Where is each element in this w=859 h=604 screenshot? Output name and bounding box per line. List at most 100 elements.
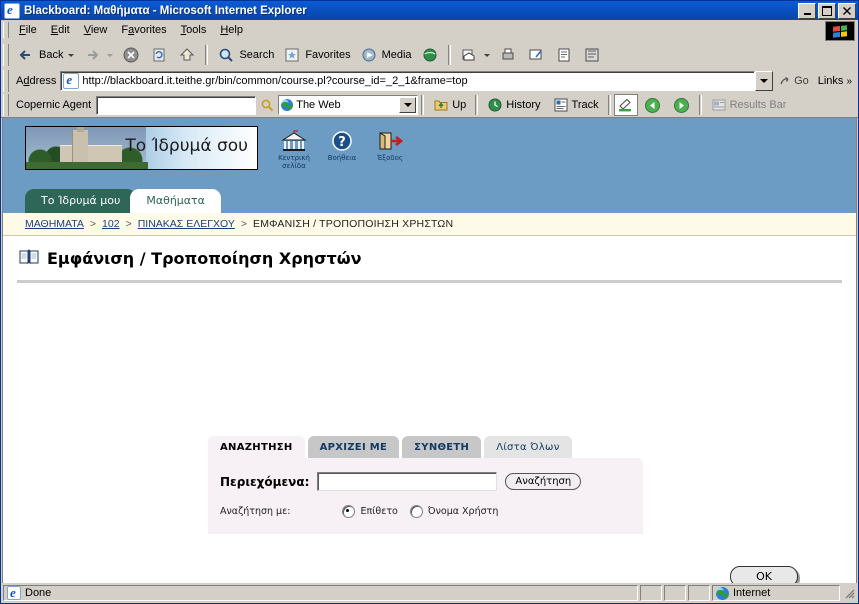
close-button[interactable] [838, 2, 856, 19]
blackboard-header: Το Ίδρυμά σου Κεντρική σελίδα ? Βοήθεια … [3, 118, 856, 213]
refresh-icon [149, 45, 169, 65]
breadcrumb-separator: > [125, 218, 132, 230]
copernic-scope-dropdown[interactable] [399, 97, 417, 113]
windows-flag-icon [833, 24, 847, 38]
breadcrumb-item-control-panel[interactable]: ΠΙΝΑΚΑΣ ΕΛΕΓΧΟΥ [138, 218, 235, 230]
copernic-up-button[interactable]: Up [427, 94, 472, 116]
radio-option-lastname[interactable]: Επίθετο [342, 505, 398, 518]
page-viewport: Το Ίδρυμά σου Κεντρική σελίδα ? Βοήθεια … [2, 118, 857, 583]
user-search-panel: ΑΝΑΖΗΤΗΣΗ ΑΡΧΙΖΕΙ ΜΕ ΣΥΝΘΕΤΗ Λίστα Όλων … [208, 436, 643, 534]
menu-tools[interactable]: Tools [174, 22, 214, 38]
address-dropdown-button[interactable] [755, 71, 774, 91]
radio-option-username[interactable]: Όνομα Χρήστη [409, 505, 498, 518]
copernic-history-button[interactable]: History [481, 94, 546, 116]
search-tab-list-all[interactable]: Λίστα Όλων [484, 436, 572, 458]
back-dropdown-icon[interactable] [68, 53, 75, 57]
breadcrumb-separator: > [240, 218, 247, 230]
mail-button[interactable] [455, 43, 494, 67]
header-icon-group: Κεντρική σελίδα ? Βοήθεια Έξοδος [275, 126, 409, 170]
copernic-label: Copernic Agent [16, 99, 92, 111]
copernic-grip[interactable] [3, 94, 9, 116]
copernic-prev-button[interactable] [638, 94, 667, 116]
discuss-button[interactable] [578, 43, 606, 67]
header-home-button[interactable]: Κεντρική σελίδα [275, 126, 313, 170]
stop-icon [121, 45, 141, 65]
copernic-search-button[interactable] [256, 98, 278, 113]
radio-username-input[interactable] [409, 505, 423, 518]
status-message-cell: Done [3, 585, 638, 601]
copernic-search-input[interactable] [96, 95, 257, 115]
back-button[interactable]: Back [12, 43, 78, 67]
track-icon [554, 98, 568, 112]
media-icon [359, 45, 379, 65]
links-chevron-icon: » [846, 75, 852, 87]
copernic-separator-2 [475, 95, 479, 115]
refresh-button[interactable] [145, 43, 173, 67]
tab-my-institution[interactable]: Το Ίδρυμά μου [25, 189, 137, 213]
copernic-toolbar: Copernic Agent The Web Up History Track … [1, 93, 858, 118]
header-help-button[interactable]: ? Βοήθεια [323, 126, 361, 170]
menu-view[interactable]: View [77, 22, 115, 38]
read-button[interactable] [550, 43, 578, 67]
print-icon [498, 45, 518, 65]
home-button[interactable] [173, 43, 201, 67]
breadcrumb-item-102[interactable]: 102 [102, 218, 120, 230]
resize-grip[interactable] [842, 586, 856, 600]
address-input[interactable]: http://blackboard.it.teithe.gr/bin/commo… [60, 71, 756, 91]
maximize-button[interactable] [818, 2, 836, 19]
copernic-track-button[interactable]: Track [547, 94, 605, 116]
search-submit-button[interactable]: Αναζήτηση [505, 473, 582, 490]
favorites-button[interactable]: Favorites [278, 43, 354, 67]
menu-grip[interactable] [3, 22, 9, 38]
links-button[interactable]: Links » [814, 75, 856, 87]
media-button[interactable]: Media [355, 43, 416, 67]
ie-animation-logo[interactable] [825, 21, 855, 41]
print-button[interactable] [494, 43, 522, 67]
forward-dropdown-icon[interactable] [107, 53, 114, 57]
minimize-button[interactable] [798, 2, 816, 19]
security-zone-cell[interactable]: Internet [712, 585, 840, 601]
ie-document-icon [4, 2, 20, 19]
forward-button[interactable] [78, 43, 117, 67]
tab-courses[interactable]: Μαθήματα [130, 189, 221, 213]
copernic-results-bar-button[interactable]: Results Bar [705, 94, 793, 116]
search-tab-bar: ΑΝΑΖΗΤΗΣΗ ΑΡΧΙΖΕΙ ΜΕ ΣΥΝΘΕΤΗ Λίστα Όλων [208, 436, 643, 458]
ie-status-icon [7, 586, 21, 600]
blackboard-tab-bar: Το Ίδρυμά μου Μαθήματα [25, 189, 221, 213]
search-button[interactable]: Search [212, 43, 278, 67]
edit-button[interactable] [522, 43, 550, 67]
previous-arrow-icon [644, 97, 660, 113]
go-button[interactable]: Go [773, 74, 814, 88]
menu-edit[interactable]: Edit [44, 22, 77, 38]
menu-help[interactable]: Help [213, 22, 250, 38]
copernic-next-button[interactable] [667, 94, 696, 116]
menu-file[interactable]: File [12, 22, 44, 38]
breadcrumb-item-courses[interactable]: ΜΑΘΗΜΑΤΑ [25, 218, 84, 230]
book-icon [19, 248, 39, 268]
stop-button[interactable] [117, 43, 145, 67]
contents-input[interactable] [317, 472, 498, 491]
copernic-highlight-button[interactable] [613, 94, 638, 116]
home-icon [275, 126, 313, 152]
toolbar-grip[interactable] [3, 44, 9, 66]
browser-window: Blackboard: Μαθήματα - Microsoft Interne… [0, 0, 859, 604]
search-panel-body: Περιεχόμενα: Αναζήτηση Αναζήτηση με: Επί… [208, 458, 643, 534]
history-button[interactable] [416, 43, 444, 67]
institution-banner: Το Ίδρυμά σου [25, 126, 258, 170]
address-grip[interactable] [3, 70, 9, 92]
search-tab-starts-with[interactable]: ΑΡΧΙΖΕΙ ΜΕ [307, 436, 400, 458]
next-arrow-icon [673, 97, 689, 113]
status-cell-2 [664, 585, 686, 601]
home-icon [177, 45, 197, 65]
menu-favorites[interactable]: Favorites [114, 22, 173, 38]
mail-dropdown-icon[interactable] [483, 53, 490, 57]
copernic-scope-select[interactable]: The Web [278, 95, 419, 115]
radio-lastname-input[interactable] [342, 505, 356, 518]
chevron-down-icon [760, 79, 769, 83]
search-tab-advanced[interactable]: ΣΥΝΘΕΤΗ [402, 436, 482, 458]
banner-text: Το Ίδρυμά σου [125, 136, 248, 156]
search-tab-search[interactable]: ΑΝΑΖΗΤΗΣΗ [208, 436, 305, 458]
header-logout-button[interactable]: Έξοδος [371, 126, 409, 170]
internet-zone-icon [716, 586, 729, 600]
ok-button[interactable]: OK [730, 566, 798, 583]
